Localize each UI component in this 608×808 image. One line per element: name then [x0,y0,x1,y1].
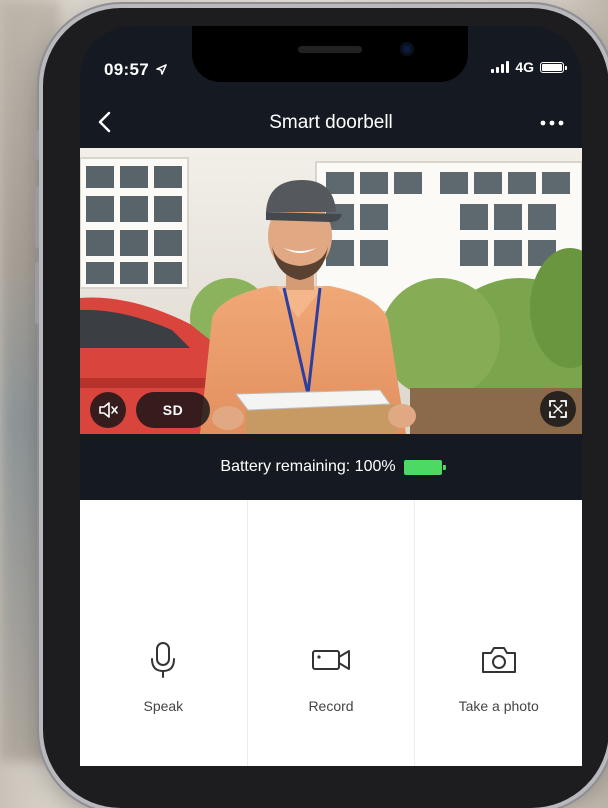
record-button[interactable]: Record [248,500,416,766]
speak-label: Speak [143,698,184,714]
status-battery-icon [540,61,567,73]
fullscreen-button[interactable] [540,391,576,427]
battery-remaining-label: Battery remaining: 100% [220,458,396,475]
earpiece-speaker [298,46,362,53]
signal-strength-icon [491,61,510,73]
live-video-feed[interactable]: SD [80,148,582,434]
speak-button[interactable]: Speak [80,500,248,766]
fullscreen-icon [549,400,567,418]
phone-silent-switch [35,130,39,160]
page-title: Smart doorbell [269,112,393,133]
nav-header: Smart doorbell [80,104,582,144]
status-time-text: 09:57 [104,60,149,79]
battery-level-icon [403,459,446,475]
take-photo-label: Take a photo [458,698,539,714]
phone-volume-up [35,186,39,248]
take-photo-button[interactable]: Take a photo [415,500,582,766]
mute-button[interactable] [90,392,126,428]
status-indicators: 4G [491,59,567,75]
action-panel: Speak Record Take a photo [80,500,582,766]
location-arrow-icon [156,64,167,75]
more-button[interactable] [538,114,566,132]
battery-status-bar: Battery remaining: 100% [80,434,582,500]
camera-icon [479,640,519,680]
video-camera-icon [311,640,351,680]
phone-volume-down [35,262,39,324]
more-dots-icon [540,120,564,126]
speaker-mute-icon [99,402,118,418]
front-camera [400,42,414,56]
quality-toggle-button[interactable]: SD [136,392,210,428]
network-type: 4G [515,59,534,75]
microphone-icon [143,640,183,680]
phone-notch [192,26,468,82]
left-window [80,157,189,289]
app-screen: 09:57 4G Smart doorbell SD Battery remai… [80,26,582,766]
status-time: 09:57 [104,60,167,80]
record-label: Record [308,698,354,714]
